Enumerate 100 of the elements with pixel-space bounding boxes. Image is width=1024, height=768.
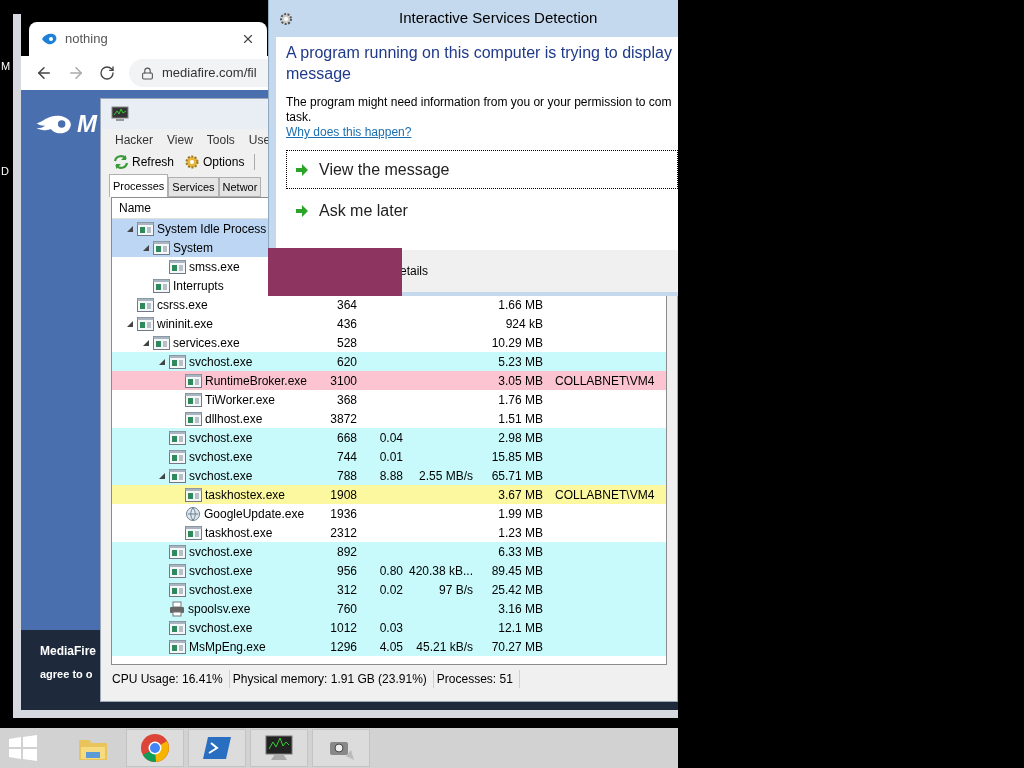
reload-icon[interactable] bbox=[99, 65, 115, 81]
io-cell: 97 B/s bbox=[438, 582, 473, 597]
process-name: TiWorker.exe bbox=[205, 391, 276, 409]
process-row[interactable]: svchost.exe 1012 0.03 12.1 MB bbox=[112, 618, 666, 637]
process-row[interactable]: svchost.exe 788 8.88 2.55 MB/s 65.71 MB bbox=[112, 466, 666, 485]
status-text: CPU Usage: 16.41% bbox=[109, 670, 230, 688]
close-icon[interactable] bbox=[241, 32, 255, 46]
expand-arrow-icon[interactable] bbox=[158, 358, 165, 365]
pid-cell: 668 bbox=[336, 430, 357, 445]
process-name: GoogleUpdate.exe bbox=[204, 505, 305, 523]
monitor-icon bbox=[111, 106, 129, 122]
pid-cell: 956 bbox=[336, 563, 357, 578]
pid-cell: 892 bbox=[336, 544, 357, 559]
window-icon bbox=[137, 221, 154, 236]
memory-cell: 1.23 MB bbox=[498, 525, 543, 540]
process-row[interactable]: svchost.exe 892 6.33 MB bbox=[112, 542, 666, 561]
command-link[interactable]: View the message bbox=[286, 150, 678, 189]
settings-icon bbox=[184, 154, 201, 170]
cpu-cell: 0.03 bbox=[379, 620, 403, 635]
window-icon bbox=[185, 487, 202, 502]
process-row[interactable]: svchost.exe 956 0.80 420.38 kB... 89.45 MB bbox=[112, 561, 666, 580]
expand-arrow-icon[interactable] bbox=[158, 472, 165, 479]
memory-cell: 65.71 MB bbox=[491, 468, 543, 483]
process-name: csrss.exe bbox=[157, 296, 208, 314]
pid-cell: 744 bbox=[336, 449, 357, 464]
window-icon bbox=[153, 335, 170, 350]
pid-cell: 1296 bbox=[330, 639, 357, 654]
expand-arrow-icon[interactable] bbox=[126, 320, 133, 327]
process-name: System bbox=[173, 239, 213, 257]
user-cell: COLLABNET\VM4 bbox=[555, 373, 655, 388]
pid-cell: 436 bbox=[336, 316, 357, 331]
window-icon bbox=[185, 525, 202, 540]
memory-cell: 2.98 MB bbox=[498, 430, 543, 445]
expand-arrow-icon[interactable] bbox=[142, 339, 149, 346]
window-icon bbox=[169, 544, 186, 559]
memory-cell: 1.51 MB bbox=[498, 411, 543, 426]
dialog-heading: A program running on this computer is trying to display message bbox=[286, 43, 673, 84]
memory-cell: 1.99 MB bbox=[498, 506, 543, 521]
tab-title: nothing bbox=[65, 30, 109, 49]
back-icon[interactable] bbox=[35, 64, 53, 82]
lock-icon bbox=[141, 66, 154, 80]
io-cell: 420.38 kB... bbox=[408, 563, 473, 578]
arrow-icon bbox=[295, 204, 309, 217]
process-name: spoolsv.exe bbox=[188, 600, 251, 618]
process-row[interactable]: spoolsv.exe 760 3.16 MB bbox=[112, 599, 666, 618]
command-link[interactable]: Ask me later bbox=[286, 191, 678, 230]
memory-cell: 5.23 MB bbox=[498, 354, 543, 369]
tab[interactable]: Processes bbox=[109, 174, 169, 197]
process-row[interactable]: svchost.exe 668 0.04 2.98 MB bbox=[112, 428, 666, 447]
menu-item[interactable]: Tools bbox=[206, 131, 235, 149]
memory-cell: 3.05 MB bbox=[498, 373, 543, 388]
process-row[interactable]: taskhostex.exe 1908 3.67 MB COLLABNET\VM4 bbox=[112, 485, 666, 504]
window-icon bbox=[169, 620, 186, 635]
memory-cell: 1.76 MB bbox=[498, 392, 543, 407]
process-row[interactable]: svchost.exe 744 0.01 15.85 MB bbox=[112, 447, 666, 466]
expand-arrow-icon[interactable] bbox=[126, 225, 133, 232]
browser-tab[interactable]: nothing bbox=[29, 22, 267, 56]
window-icon bbox=[185, 373, 202, 388]
cpu-cell: 0.04 bbox=[379, 430, 403, 445]
status-text: Processes: 51 bbox=[433, 670, 520, 688]
window-icon bbox=[169, 449, 186, 464]
refresh-icon bbox=[113, 154, 129, 170]
memory-cell: 25.42 MB bbox=[491, 582, 543, 597]
globe-icon bbox=[185, 505, 201, 522]
tab[interactable]: Networ bbox=[218, 177, 262, 197]
process-name: taskhostex.exe bbox=[205, 486, 286, 504]
memory-cell: 70.27 MB bbox=[491, 639, 543, 654]
pid-cell: 760 bbox=[336, 601, 357, 616]
process-row[interactable]: svchost.exe 312 0.02 97 B/s 25.42 MB bbox=[112, 580, 666, 599]
process-name: svchost.exe bbox=[189, 581, 253, 599]
menu-item[interactable]: View bbox=[167, 131, 193, 149]
process-name: svchost.exe bbox=[189, 619, 253, 637]
window-icon bbox=[185, 392, 202, 407]
user-cell: COLLABNET\VM4 bbox=[555, 487, 655, 502]
expand-arrow-icon[interactable] bbox=[142, 244, 149, 251]
process-row[interactable]: RuntimeBroker.exe 3100 3.05 MB COLLABNET\VM4 bbox=[112, 371, 666, 390]
pid-cell: 2312 bbox=[330, 525, 357, 540]
memory-cell: 3.67 MB bbox=[498, 487, 543, 502]
cpu-cell: 4.05 bbox=[379, 639, 403, 654]
process-row[interactable]: MsMpEng.exe 1296 4.05 45.21 kB/s 70.27 MB bbox=[112, 637, 666, 656]
footer-text: agree to o bbox=[40, 667, 93, 682]
pid-cell: 364 bbox=[336, 297, 357, 312]
help-link[interactable]: Why does this happen? bbox=[286, 125, 412, 140]
memory-cell: 10.29 MB bbox=[491, 335, 543, 350]
menu-item[interactable]: Hacker bbox=[115, 131, 153, 149]
process-name: svchost.exe bbox=[189, 353, 253, 371]
toolbar-button[interactable]: Options bbox=[184, 153, 245, 171]
process-name: svchost.exe bbox=[189, 543, 253, 561]
cpu-cell: 0.02 bbox=[379, 582, 403, 597]
memory-cell: 6.33 MB bbox=[498, 544, 543, 559]
process-row[interactable]: svchost.exe 620 5.23 MB bbox=[112, 352, 666, 371]
toolbar-button[interactable]: Refresh bbox=[113, 153, 175, 171]
pid-cell: 788 bbox=[336, 468, 357, 483]
taskbar-button[interactable] bbox=[250, 729, 308, 767]
process-name: wininit.exe bbox=[157, 315, 214, 333]
process-name: taskhost.exe bbox=[205, 524, 273, 542]
window-icon bbox=[137, 316, 154, 331]
flame-icon bbox=[41, 33, 57, 45]
memory-cell: 924 kB bbox=[505, 316, 543, 331]
tab[interactable]: Services bbox=[168, 177, 219, 197]
